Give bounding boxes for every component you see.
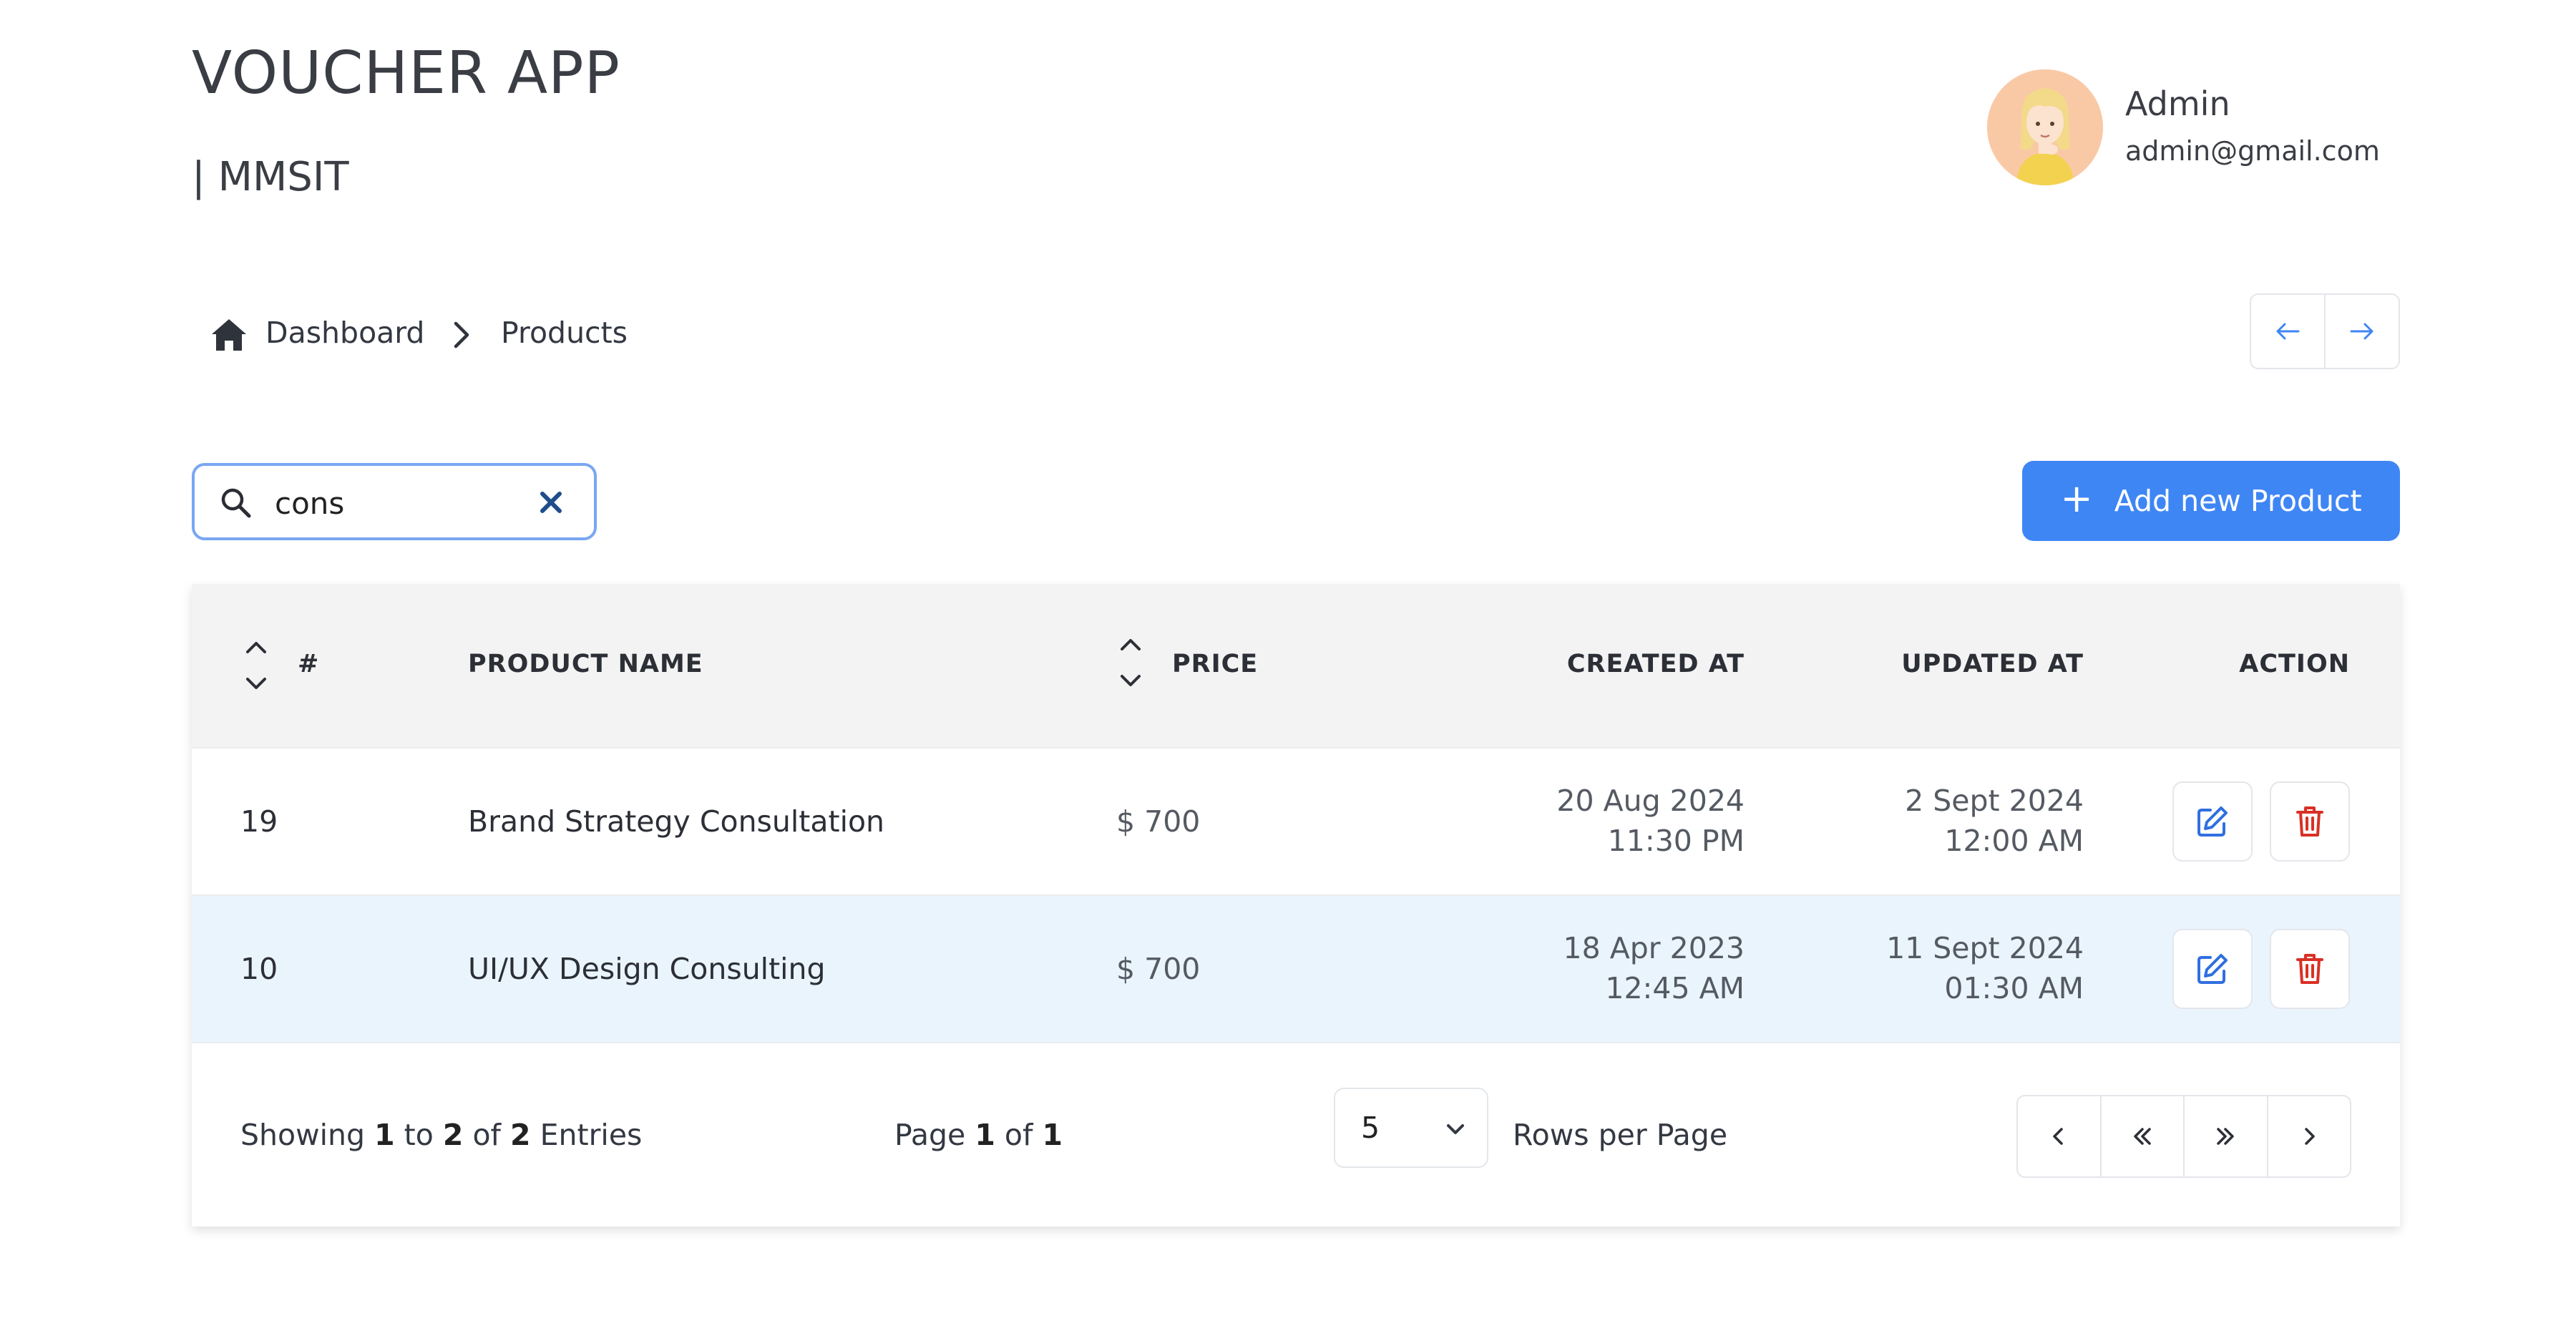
trash-icon [2296, 954, 2323, 984]
column-header-id[interactable]: # [298, 652, 319, 677]
delete-button[interactable] [2270, 929, 2350, 1009]
entries-label: Entries [540, 1118, 643, 1152]
column-header-price[interactable]: PRICE [1172, 652, 1258, 677]
breadcrumb-products: Products [501, 316, 628, 350]
edit-button[interactable] [2172, 781, 2253, 862]
created-time: 12:45 AM [1605, 971, 1745, 1005]
current-page: 1 [975, 1118, 995, 1152]
page-of-label: of [1004, 1118, 1033, 1152]
table-header: # PRODUCT NAME PRICE CREATED AT UPDATED … [192, 584, 2400, 747]
to-label: to [404, 1118, 434, 1152]
created-date: 18 Apr 2023 [1563, 931, 1745, 965]
chevron-right-icon [454, 321, 469, 348]
plus-icon: + [2060, 476, 2093, 521]
table-row[interactable]: 19 Brand Strategy Consultation $ 700 20 … [192, 747, 2400, 894]
showing-total: 2 [510, 1118, 531, 1152]
search-input[interactable] [275, 482, 511, 525]
chevron-left-icon [2053, 1128, 2063, 1145]
add-product-label: Add new Product [2114, 484, 2362, 518]
rows-per-page-value: 5 [1361, 1111, 1380, 1145]
add-product-button[interactable]: + Add new Product [2022, 461, 2400, 541]
column-header-created: CREATED AT [1566, 650, 1745, 678]
edit-icon [2197, 806, 2228, 837]
cell-created-at: 18 Apr 2023 12:45 AM [1563, 928, 1745, 1008]
edit-icon [2197, 954, 2228, 984]
cell-updated-at: 2 Sept 2024 12:00 AM [1905, 781, 2084, 861]
cell-updated-at: 11 Sept 2024 01:30 AM [1886, 928, 2084, 1008]
avatar-illustration [1987, 69, 2103, 185]
sort-icon[interactable] [242, 636, 270, 695]
arrow-right-icon [2350, 323, 2373, 340]
app-subtitle: | MMSIT [192, 154, 349, 200]
created-date: 20 Aug 2024 [1556, 784, 1745, 818]
of-label: of [472, 1118, 501, 1152]
search-box [192, 463, 597, 540]
column-header-action: ACTION [2239, 650, 2350, 678]
close-icon[interactable] [537, 488, 565, 517]
previous-page-button[interactable] [2018, 1096, 2100, 1176]
next-page-button[interactable] [2266, 1096, 2351, 1176]
page-label: Page [894, 1118, 966, 1152]
first-page-button[interactable] [2099, 1096, 2184, 1176]
cell-product-name: Brand Strategy Consultation [468, 804, 885, 839]
search-icon [221, 488, 251, 518]
chevrons-left-icon [2134, 1128, 2151, 1145]
cell-id: 19 [240, 804, 278, 839]
cell-product-name: UI/UX Design Consulting [468, 952, 826, 986]
updated-time: 01:30 AM [1944, 971, 2084, 1005]
showing-from: 1 [374, 1118, 395, 1152]
history-nav [2250, 293, 2400, 369]
cell-price: $ 700 [1116, 952, 1201, 986]
rows-per-page-select[interactable]: 5 [1334, 1088, 1488, 1168]
showing-label: Showing [240, 1118, 366, 1152]
home-icon[interactable] [210, 317, 248, 353]
cell-price: $ 700 [1116, 804, 1201, 839]
rows-per-page-label: Rows per Page [1513, 1118, 1728, 1152]
updated-date: 11 Sept 2024 [1886, 931, 2084, 965]
showing-to: 2 [442, 1118, 464, 1152]
arrow-left-icon [2276, 323, 2300, 340]
updated-time: 12:00 AM [1944, 824, 2084, 858]
total-pages: 1 [1042, 1118, 1063, 1152]
page-indicator: Page 1 of 1 [894, 1121, 1063, 1150]
user-email: admin@gmail.com [2125, 135, 2380, 167]
products-table: # PRODUCT NAME PRICE CREATED AT UPDATED … [192, 584, 2400, 1227]
created-time: 11:30 PM [1607, 824, 1745, 858]
cell-id: 10 [240, 952, 278, 986]
user-name: Admin [2125, 84, 2230, 123]
chevron-right-icon [2305, 1128, 2315, 1145]
sort-icon[interactable] [1116, 633, 1145, 692]
breadcrumb-dashboard[interactable]: Dashboard [265, 318, 424, 348]
last-page-button[interactable] [2183, 1096, 2267, 1176]
table-row[interactable]: 10 UI/UX Design Consulting $ 700 18 Apr … [192, 894, 2400, 1042]
forward-button[interactable] [2324, 295, 2399, 368]
back-button[interactable] [2251, 295, 2324, 368]
table-footer: Showing 1 to 2 of 2 Entries Page 1 of 1 … [192, 1042, 2400, 1227]
entries-summary: Showing 1 to 2 of 2 Entries [240, 1121, 642, 1150]
pagination [2016, 1095, 2351, 1178]
column-header-updated: UPDATED AT [1901, 650, 2084, 678]
avatar[interactable] [1987, 69, 2103, 185]
edit-button[interactable] [2172, 929, 2253, 1009]
app-title: VOUCHER APP [192, 39, 620, 107]
chevrons-right-icon [2217, 1128, 2234, 1145]
column-header-name: PRODUCT NAME [468, 650, 703, 678]
trash-icon [2296, 806, 2323, 837]
cell-created-at: 20 Aug 2024 11:30 PM [1556, 781, 1745, 861]
updated-date: 2 Sept 2024 [1905, 784, 2084, 818]
chevron-down-icon [1447, 1124, 1464, 1134]
delete-button[interactable] [2270, 781, 2350, 862]
